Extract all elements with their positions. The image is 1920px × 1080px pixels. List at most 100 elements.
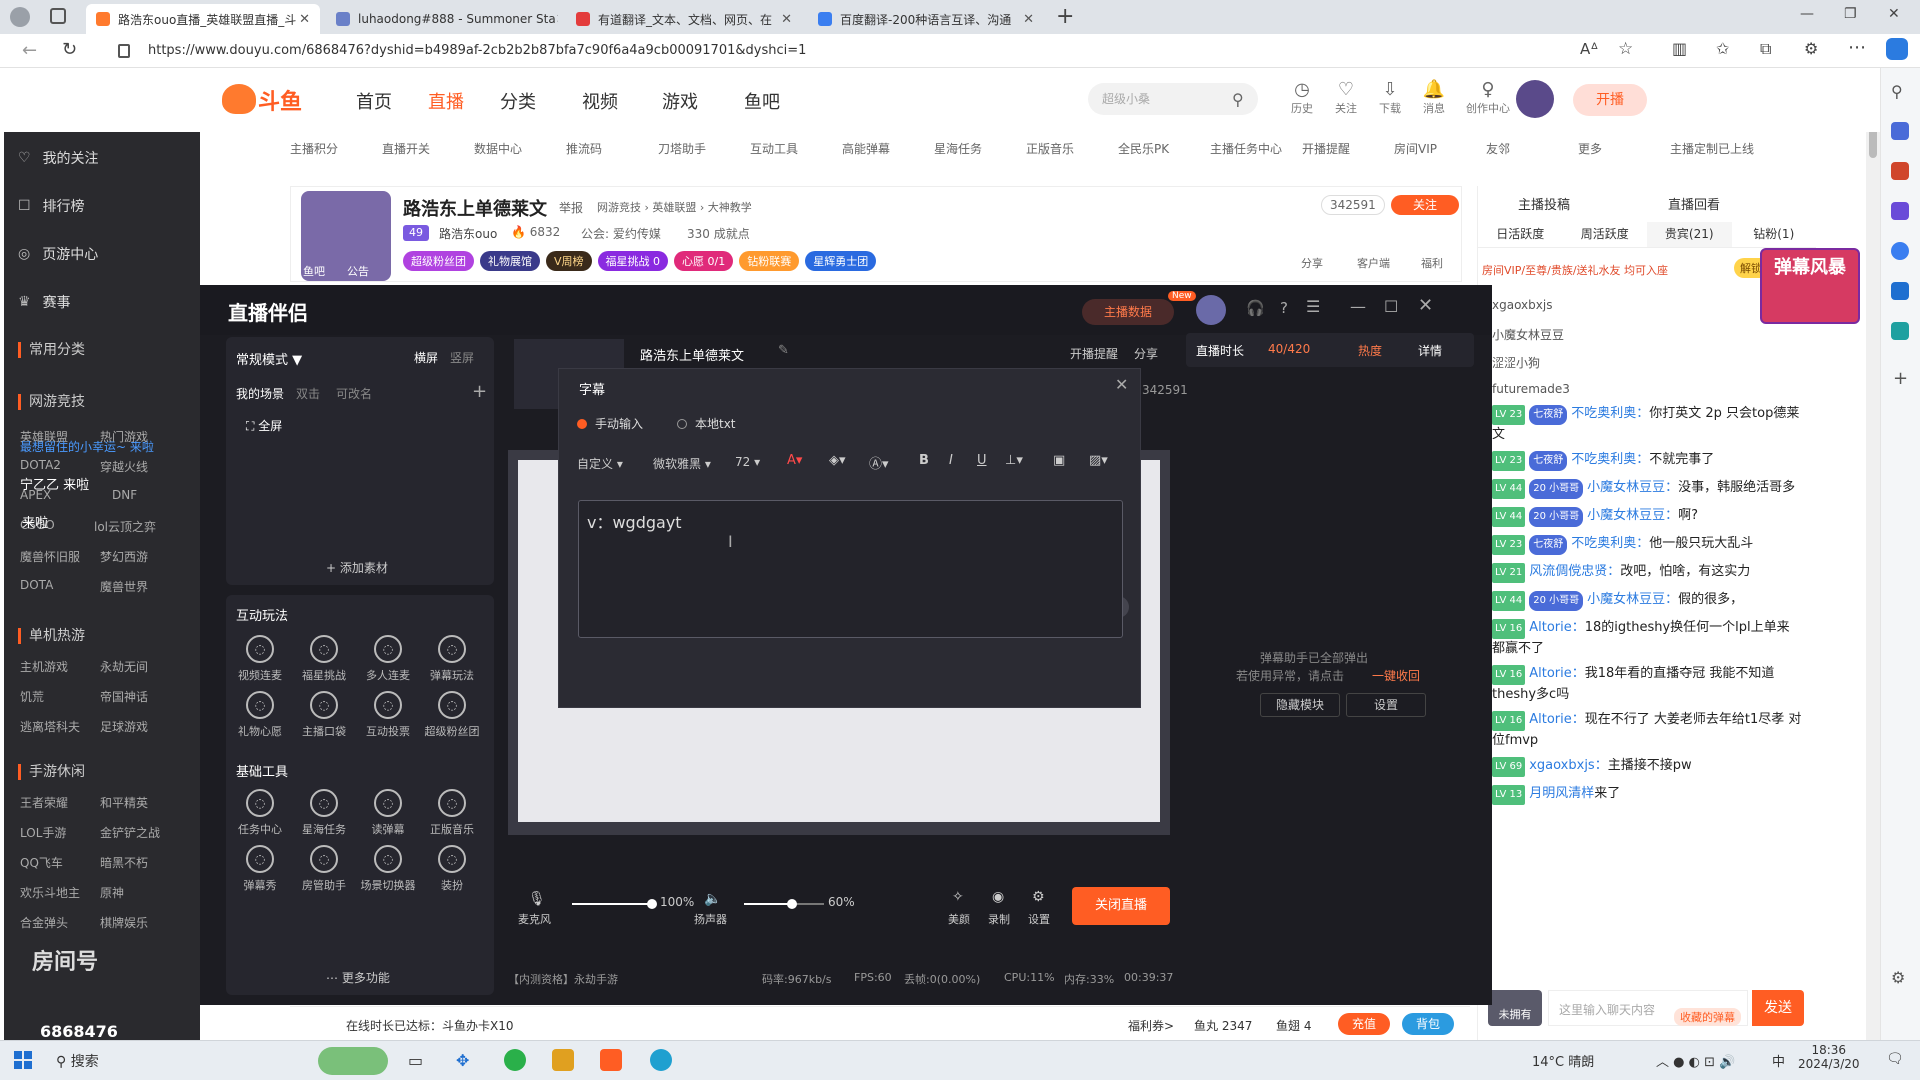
anchor-submit-link[interactable]: 主播投稿 (1518, 194, 1570, 213)
copilot-icon[interactable] (1886, 38, 1908, 60)
window-close-icon[interactable]: ✕ (1888, 6, 1900, 22)
refresh-icon[interactable]: ↻ (62, 39, 77, 60)
tool-link[interactable]: 数据中心 (474, 140, 522, 157)
tool-link[interactable]: 正版音乐 (1026, 140, 1074, 157)
more-menu-icon[interactable]: ⋯ (1848, 37, 1866, 58)
radio-txt[interactable] (677, 419, 687, 429)
help-icon[interactable]: ? (1280, 299, 1288, 317)
speaker-icon[interactable]: 🔈 (704, 891, 721, 907)
mode-dropdown[interactable]: 常规模式 ▼ (236, 349, 302, 368)
layout-icon[interactable]: ▨▾ (1089, 453, 1108, 468)
message-button[interactable]: 🔔 消息 (1414, 80, 1454, 116)
radio-manual[interactable] (577, 419, 587, 429)
game-link[interactable]: lol云顶之弈 (94, 518, 156, 535)
beauty-icon[interactable]: ✧ (952, 889, 964, 905)
live-remind-button[interactable]: 开播提醒 (1070, 345, 1118, 362)
bag-button[interactable]: 背包 (1402, 1013, 1454, 1035)
vip-user[interactable]: futuremade3 (1492, 382, 1570, 396)
back-icon[interactable]: ← (22, 40, 37, 61)
game-link[interactable]: 暗黑不朽 (100, 854, 148, 871)
scene-item[interactable]: ⛶ 全屏 (246, 417, 282, 434)
favorite-star-icon[interactable]: ☆ (1618, 39, 1633, 59)
tool-link[interactable]: 刀塔助手 (658, 140, 706, 157)
collected-danmu-button[interactable]: 收藏的弹幕 (1674, 1008, 1741, 1026)
feature-button[interactable]: ◌ 视频连麦 (230, 635, 290, 683)
m365-icon[interactable] (1891, 242, 1909, 260)
tools-icon[interactable] (1891, 162, 1909, 180)
user-avatar[interactable] (1516, 80, 1554, 118)
assist-settings-button[interactable]: 设置 (1346, 693, 1426, 717)
chat-username[interactable]: Altorie： (1529, 666, 1585, 681)
games-icon[interactable] (1891, 202, 1909, 220)
settings-gear-icon[interactable]: ⚙ (1032, 889, 1045, 905)
wish-badge[interactable]: 心愿 0/1 (674, 251, 734, 271)
my-scene-tab[interactable]: 我的场景 (236, 385, 284, 402)
maximize-icon[interactable]: ☐ (1384, 297, 1398, 316)
tool-link[interactable]: 全民乐PK (1118, 140, 1169, 157)
lucky-challenge-badge[interactable]: 福星挑战 0 (597, 251, 669, 271)
douyu-app-icon[interactable] (600, 1049, 622, 1071)
follow-button[interactable]: 关注 (1391, 195, 1459, 215)
feature-button[interactable]: ◌ 主播口袋 (294, 691, 354, 739)
tool-link[interactable]: 主播定制已上线 (1670, 140, 1754, 157)
mic-slider-knob[interactable] (647, 899, 657, 909)
chat-username[interactable]: Altorie： (1529, 712, 1585, 727)
search-icon[interactable]: ⚲ (1891, 82, 1903, 101)
chat-username[interactable]: 小魔女林豆豆： (1587, 480, 1678, 495)
game-link[interactable]: 饥荒 (20, 688, 44, 705)
app-user-avatar[interactable] (1196, 295, 1226, 325)
radio-manual-label[interactable]: 手动输入 (595, 415, 643, 432)
tab-baidu[interactable]: 百度翻译-200种语言互译、沟通 ✕ (808, 4, 1044, 34)
task-view-icon[interactable]: ▭ (408, 1051, 423, 1070)
share-button[interactable]: 分享 (1301, 255, 1323, 271)
feature-button[interactable]: ◌ 超级粉丝团 (422, 691, 482, 739)
tool-link[interactable]: 直播开关 (382, 140, 430, 157)
tab-summoner[interactable]: luhaodong#888 - Summoner Sta ✕ (326, 4, 558, 34)
game-link[interactable]: DOTA2 (20, 458, 61, 472)
mic-slider[interactable] (572, 903, 652, 905)
feature-button[interactable]: ◌ 礼物心愿 (230, 691, 290, 739)
widgets-icon[interactable] (318, 1047, 388, 1075)
tab-weekly[interactable]: 周活跃度 (1563, 222, 1648, 247)
extensions-icon[interactable]: ⚙ (1804, 39, 1818, 58)
feature-button[interactable]: ◌ 任务中心 (230, 789, 290, 837)
add-icon[interactable]: + (1893, 368, 1908, 389)
nav-fishbar[interactable]: 鱼吧 (744, 88, 780, 114)
tab-douyu[interactable]: 路浩东ouo直播_英雄联盟直播_斗 ✕ (86, 4, 320, 34)
feature-button[interactable]: ◌ 房管助手 (294, 845, 354, 893)
tab-diamond[interactable]: 钻粉(1) (1732, 222, 1817, 247)
tool-link[interactable]: 星海任务 (934, 140, 982, 157)
nav-category[interactable]: 分类 (500, 88, 536, 114)
breadcrumb[interactable]: 网游竞技 › 英雄联盟 › 大神教学 (597, 199, 752, 215)
tool-link[interactable]: 友邻 (1486, 140, 1510, 157)
game-link[interactable]: 穿越火线 (100, 458, 148, 475)
game-link[interactable]: LOL手游 (20, 824, 66, 841)
game-link[interactable]: 足球游戏 (100, 718, 148, 735)
chat-username[interactable]: 月明风清样 (1529, 786, 1594, 801)
feature-button[interactable]: ◌ 读弹幕 (358, 789, 418, 837)
feature-button[interactable]: ◌ 弹幕玩法 (422, 635, 482, 683)
v-week-badge[interactable]: V周榜 (546, 251, 592, 271)
feature-button[interactable]: ◌ 互动投票 (358, 691, 418, 739)
chat-username[interactable]: 小魔女林豆豆： (1587, 592, 1678, 607)
close-icon[interactable]: ✕ (1418, 295, 1433, 316)
border-color-icon[interactable]: Ⓐ▾ (869, 453, 889, 472)
creator-button[interactable]: ♀ 创作中心 (1460, 80, 1516, 116)
game-link[interactable]: 合金弹头 (20, 914, 68, 931)
tool-link[interactable]: 房间VIP (1394, 140, 1437, 157)
speaker-slider-knob[interactable] (787, 899, 797, 909)
game-link[interactable]: DOTA (20, 578, 53, 592)
chat-username[interactable]: Altorie： (1529, 620, 1585, 635)
fill-color-icon[interactable]: ◈▾ (829, 453, 846, 468)
game-link[interactable]: 王者荣耀 (20, 794, 68, 811)
feature-button[interactable]: ◌ 正版音乐 (422, 789, 482, 837)
send-button[interactable]: 发送 (1752, 990, 1804, 1026)
tab-daily[interactable]: 日活跃度 (1478, 222, 1563, 247)
menu-icon[interactable]: ☰ (1306, 297, 1320, 316)
chat-username[interactable]: 不吃奥利奥： (1571, 452, 1649, 467)
recharge-button[interactable]: 充值 (1338, 1013, 1390, 1035)
game-link[interactable]: DNF (112, 488, 137, 502)
text-color-icon[interactable]: A▾ (787, 453, 802, 468)
share-button[interactable]: 分享 (1134, 345, 1158, 362)
image-icon[interactable]: ▣ (1053, 453, 1065, 468)
